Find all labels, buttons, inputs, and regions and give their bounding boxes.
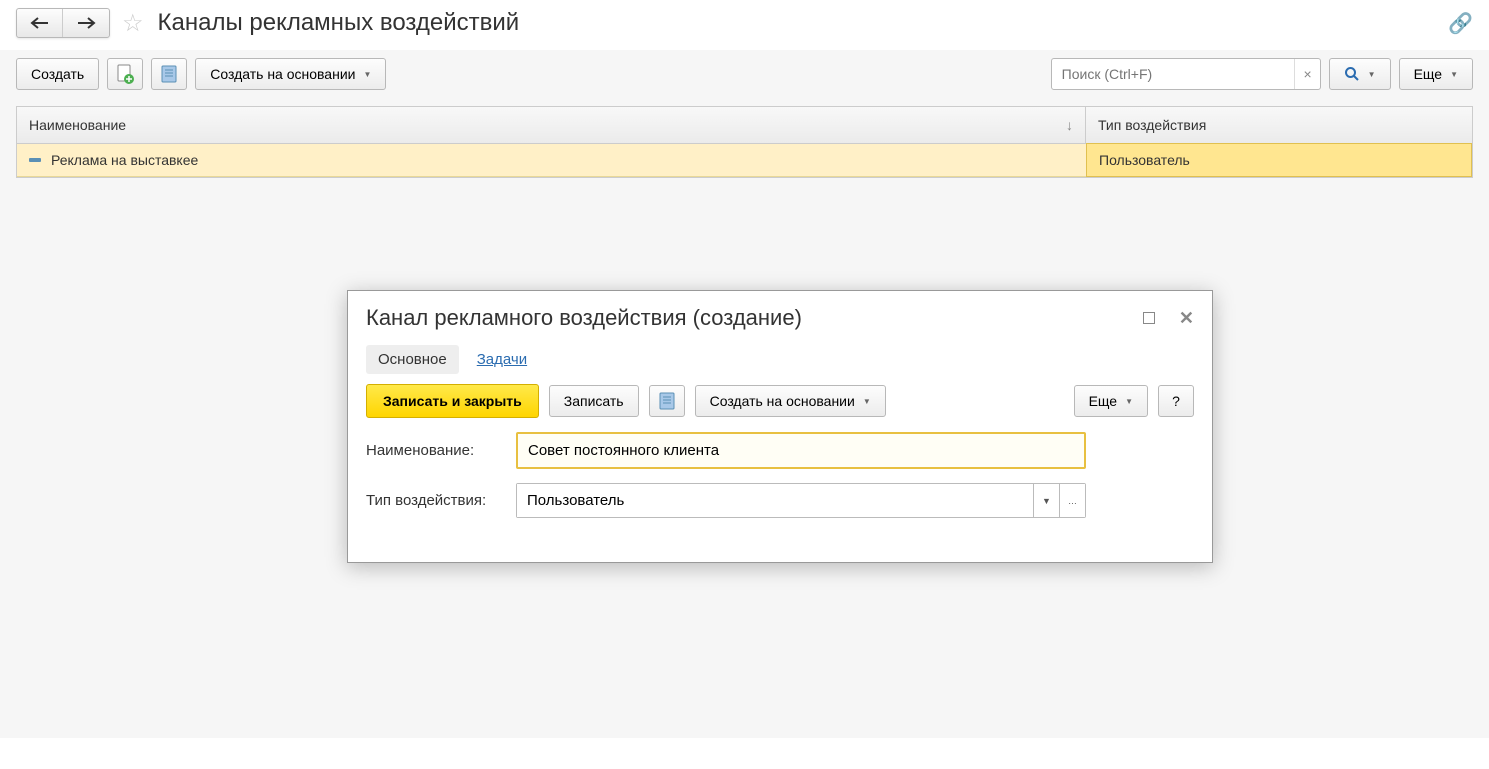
chevron-down-icon: ▼ (1368, 70, 1376, 79)
type-select[interactable] (517, 484, 1033, 517)
more-button-label: Еще (1414, 66, 1443, 82)
chevron-down-icon: ▼ (863, 397, 871, 406)
create-based-on-button[interactable]: Создать на основании ▼ (195, 58, 386, 90)
favorite-star-icon[interactable]: ☆ (122, 9, 144, 38)
dialog-more-button[interactable]: Еще ▼ (1074, 385, 1148, 417)
form-row-type: Тип воздействия: ▼ … (366, 483, 1194, 518)
main-toolbar: Создать Создать на основании ▼ × ▼ Еще ▼ (0, 50, 1489, 106)
search-clear-button[interactable]: × (1294, 59, 1319, 89)
page-header: ☆ Каналы рекламных воздействий 🔗 (0, 0, 1489, 50)
maximize-button[interactable] (1143, 312, 1155, 324)
page-title: Каналы рекламных воздействий (158, 9, 520, 37)
tab-tasks[interactable]: Задачи (465, 345, 539, 374)
dialog-header: Канал рекламного воздействия (создание) … (348, 291, 1212, 333)
new-document-button[interactable] (107, 58, 143, 90)
dialog-form: Наименование: Тип воздействия: ▼ … (348, 432, 1212, 562)
type-label: Тип воздействия: (366, 492, 516, 509)
dialog-create-based-on-button[interactable]: Создать на основании ▼ (695, 385, 886, 417)
dialog-create-based-on-label: Создать на основании (710, 393, 855, 409)
nav-forward-button[interactable] (63, 9, 109, 37)
dialog-title: Канал рекламного воздействия (создание) (366, 305, 802, 331)
save-close-label: Записать и закрыть (383, 393, 522, 409)
column-name-label: Наименование (29, 117, 126, 133)
data-table: Наименование ↓ Тип воздействия Реклама н… (16, 106, 1473, 178)
search-input[interactable] (1052, 60, 1295, 88)
chevron-down-icon: ▼ (363, 70, 371, 79)
type-select-wrap: ▼ … (516, 483, 1086, 518)
save-label: Записать (564, 393, 624, 409)
list-view-button[interactable] (151, 58, 187, 90)
search-button[interactable]: ▼ (1329, 58, 1391, 90)
column-header-type[interactable]: Тип воздействия (1086, 107, 1472, 143)
chevron-down-icon: ▼ (1450, 70, 1458, 79)
sort-arrow-icon: ↓ (1066, 117, 1073, 133)
table-row[interactable]: Реклама на выставкее Пользователь (17, 144, 1472, 177)
chevron-down-icon: ▼ (1125, 397, 1133, 406)
table-header: Наименование ↓ Тип воздействия (17, 107, 1472, 144)
tab-tasks-label: Задачи (477, 351, 527, 368)
type-dropdown-button[interactable]: ▼ (1033, 484, 1059, 517)
item-marker-icon (29, 158, 41, 162)
create-button[interactable]: Создать (16, 58, 99, 90)
tab-main[interactable]: Основное (366, 345, 459, 374)
form-row-name: Наименование: (366, 432, 1194, 469)
cell-name: Реклама на выставкее (17, 144, 1087, 176)
column-header-name[interactable]: Наименование ↓ (17, 107, 1086, 143)
cell-type: Пользователь (1086, 143, 1472, 177)
column-type-label: Тип воздействия (1098, 117, 1206, 133)
name-label: Наименование: (366, 442, 516, 459)
nav-buttons (16, 8, 110, 38)
dialog-more-label: Еще (1089, 393, 1118, 409)
create-dialog: Канал рекламного воздействия (создание) … (347, 290, 1213, 563)
row-type-text: Пользователь (1099, 152, 1190, 168)
name-input[interactable] (516, 432, 1086, 469)
nav-back-button[interactable] (17, 9, 63, 37)
create-based-on-label: Создать на основании (210, 66, 355, 82)
dialog-toolbar: Записать и закрыть Записать Создать на о… (348, 378, 1212, 432)
help-label: ? (1172, 393, 1180, 409)
save-button[interactable]: Записать (549, 385, 639, 417)
search-box: × (1051, 58, 1321, 90)
tab-main-label: Основное (378, 351, 447, 368)
help-button[interactable]: ? (1158, 385, 1194, 417)
dialog-tabs: Основное Задачи (348, 333, 1212, 378)
link-icon[interactable]: 🔗 (1448, 11, 1473, 36)
close-button[interactable]: ✕ (1179, 308, 1194, 329)
save-close-button[interactable]: Записать и закрыть (366, 384, 539, 418)
type-browse-button[interactable]: … (1059, 484, 1085, 517)
more-button[interactable]: Еще ▼ (1399, 58, 1473, 90)
row-name-text: Реклама на выставкее (51, 152, 198, 168)
dialog-list-button[interactable] (649, 385, 685, 417)
create-button-label: Создать (31, 66, 84, 82)
dialog-controls: ✕ (1143, 308, 1194, 329)
